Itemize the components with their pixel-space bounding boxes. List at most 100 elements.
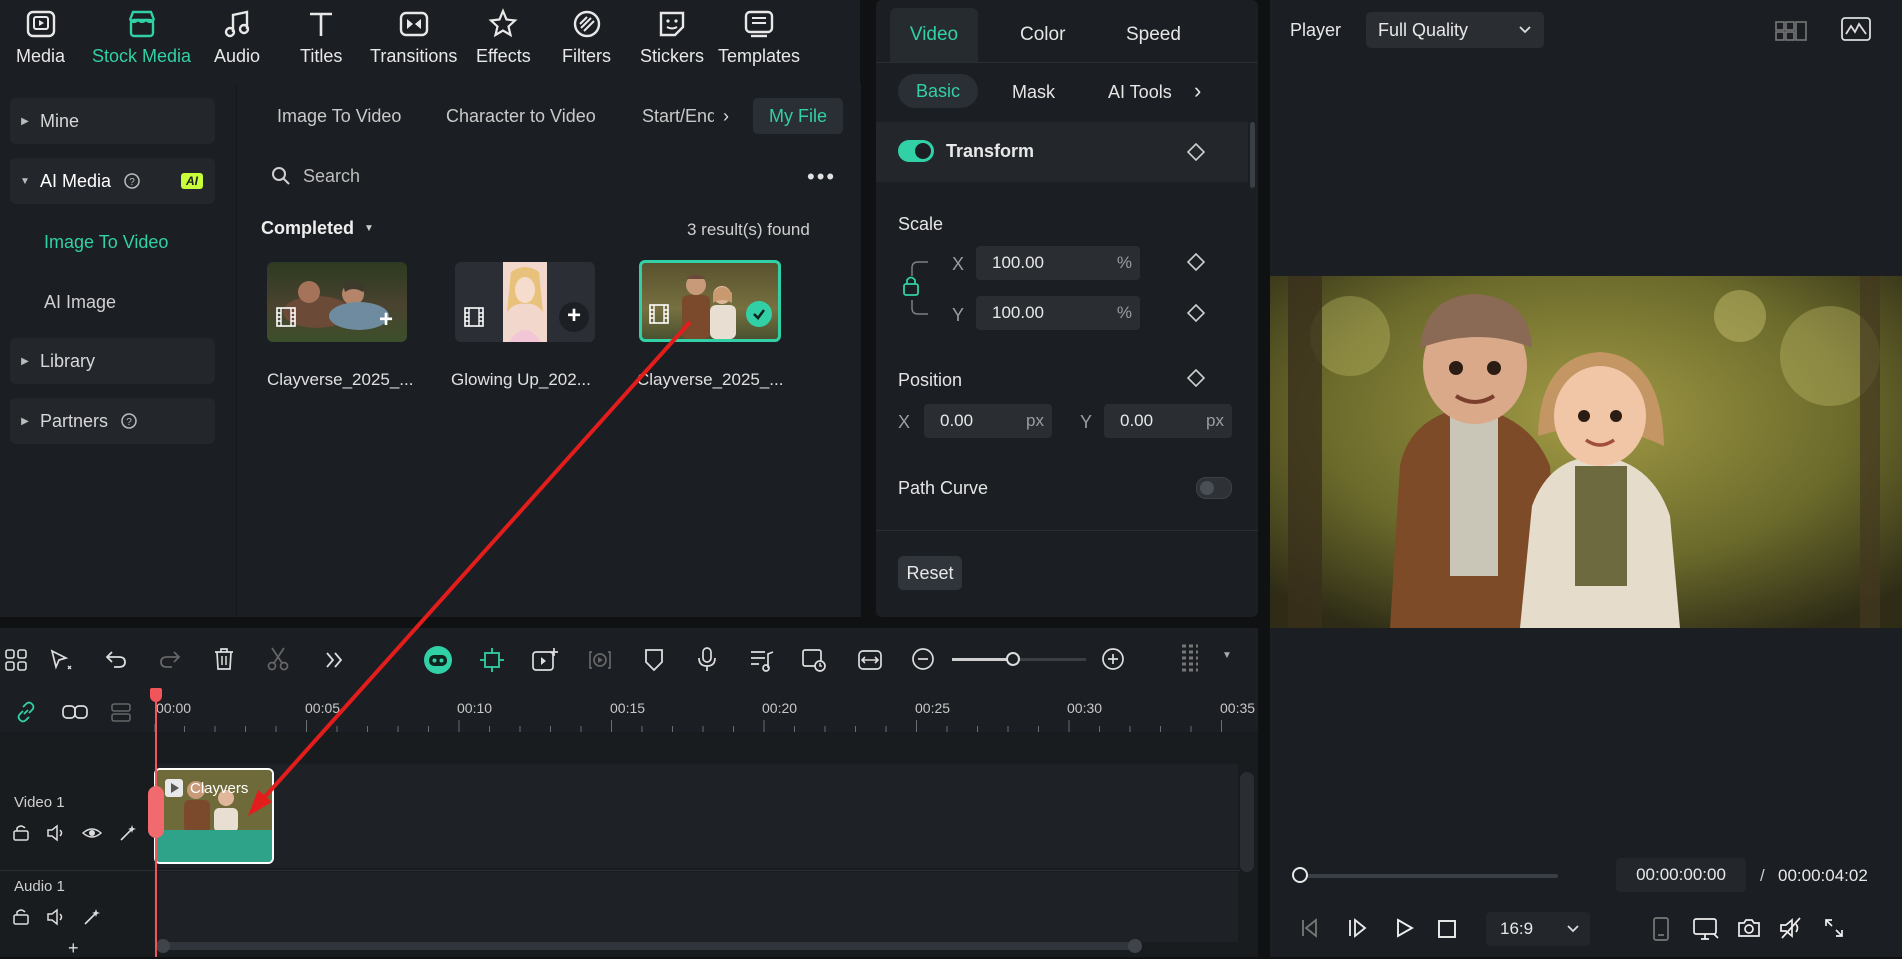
- more-tools-chevron-icon[interactable]: [322, 648, 346, 672]
- scrollbar-handle-right[interactable]: [1128, 939, 1142, 953]
- path-curve-toggle[interactable]: [1196, 477, 1232, 499]
- current-time[interactable]: 00:00:00:00: [1616, 858, 1746, 892]
- help-icon[interactable]: ?: [123, 172, 141, 190]
- chevron-right-icon[interactable]: ›: [723, 106, 729, 127]
- scale-y-field[interactable]: 100.00 %: [976, 296, 1140, 330]
- add-to-timeline-icon[interactable]: +: [559, 302, 589, 332]
- subtab-mask[interactable]: Mask: [1012, 82, 1055, 103]
- select-cursor-icon[interactable]: [48, 648, 74, 672]
- keyframe-diamond-icon[interactable]: [1186, 303, 1206, 323]
- zoom-slider-handle[interactable]: [1006, 652, 1020, 666]
- subtab-ai-tools[interactable]: AI Tools: [1108, 82, 1172, 103]
- tab-speed[interactable]: Speed: [1126, 24, 1181, 46]
- undo-icon[interactable]: [104, 648, 128, 670]
- sidebar-item-image-to-video[interactable]: Image To Video: [44, 232, 168, 253]
- layout-grid-icon[interactable]: [4, 648, 28, 672]
- tab-color[interactable]: Color: [1020, 24, 1065, 46]
- add-to-timeline-icon[interactable]: +: [379, 306, 393, 334]
- auto-snap-icon[interactable]: [478, 646, 506, 674]
- search-input[interactable]: Search: [271, 158, 831, 194]
- dropdown-arrow-icon[interactable]: ▼: [1222, 650, 1232, 661]
- track-lock-icon[interactable]: [12, 908, 30, 926]
- lock-aspect-icon[interactable]: [898, 256, 932, 320]
- quality-dropdown[interactable]: Full Quality: [1366, 12, 1544, 48]
- scrollbar-handle-left[interactable]: [156, 939, 170, 953]
- phone-preview-icon[interactable]: [1650, 916, 1672, 942]
- waveform-image-icon[interactable]: [1840, 16, 1872, 44]
- subtab-basic[interactable]: Basic: [898, 74, 978, 108]
- timeline-horizontal-scrollbar[interactable]: [156, 942, 1140, 950]
- track-ai-enhance-icon[interactable]: [118, 824, 138, 842]
- scissors-split-icon[interactable]: [266, 646, 290, 672]
- reset-button[interactable]: Reset: [898, 556, 962, 590]
- position-x-field[interactable]: 0.00 px: [924, 404, 1052, 438]
- position-y-field[interactable]: 0.00 px: [1104, 404, 1232, 438]
- audio-mix-icon[interactable]: [748, 646, 776, 674]
- group-link-icon[interactable]: [60, 700, 90, 724]
- microphone-icon[interactable]: [696, 646, 718, 674]
- keyframe-diamond-icon[interactable]: [1186, 142, 1206, 162]
- tab-character-to-video[interactable]: Character to Video: [446, 106, 596, 127]
- keyframe-diamond-icon[interactable]: [1186, 368, 1206, 388]
- toolbar-templates[interactable]: Templates: [718, 8, 800, 67]
- fit-timeline-icon[interactable]: [856, 646, 884, 674]
- mute-speaker-icon[interactable]: [1778, 916, 1804, 940]
- media-thumbnail-3-selected[interactable]: [639, 260, 781, 342]
- zoom-in-icon[interactable]: [1100, 646, 1126, 672]
- toolbar-stock-media[interactable]: Stock Media: [92, 8, 191, 67]
- video-clip[interactable]: Clayvers: [154, 768, 274, 864]
- toolbar-audio[interactable]: Audio: [214, 8, 260, 67]
- play-icon[interactable]: [1392, 916, 1416, 940]
- media-thumbnail-1[interactable]: +: [267, 262, 407, 342]
- tab-my-file[interactable]: My File: [753, 98, 843, 134]
- next-frame-icon[interactable]: [1346, 916, 1370, 940]
- more-options-icon[interactable]: •••: [807, 164, 836, 190]
- playback-scrubber[interactable]: [1298, 874, 1558, 878]
- scale-x-field[interactable]: 100.00 %: [976, 246, 1140, 280]
- zoom-out-icon[interactable]: [910, 646, 936, 672]
- playhead-handle[interactable]: [150, 688, 162, 702]
- redo-icon[interactable]: [158, 648, 182, 670]
- track-visibility-eye-icon[interactable]: [82, 824, 102, 842]
- aspect-ratio-dropdown[interactable]: 16:9: [1486, 912, 1590, 946]
- media-thumbnail-2[interactable]: +: [455, 262, 595, 342]
- display-monitor-icon[interactable]: [1692, 916, 1720, 942]
- split-track-icon[interactable]: [108, 700, 134, 724]
- toolbar-transitions[interactable]: Transitions: [370, 8, 457, 67]
- transform-toggle[interactable]: [898, 140, 934, 162]
- toolbar-media[interactable]: Media: [16, 8, 65, 67]
- stop-icon[interactable]: [1436, 918, 1458, 940]
- track-ai-enhance-icon[interactable]: [82, 908, 102, 926]
- panel-scrollbar[interactable]: [1250, 122, 1255, 188]
- toolbar-titles[interactable]: Titles: [300, 8, 342, 67]
- sidebar-item-ai-media[interactable]: ▼ AI Media ? AI: [10, 158, 215, 204]
- layout-grid-icon[interactable]: [1774, 18, 1808, 44]
- track-height-icon[interactable]: [1178, 642, 1202, 676]
- toolbar-effects[interactable]: Effects: [476, 8, 531, 67]
- track-lock-icon[interactable]: [12, 824, 30, 842]
- keyframe-diamond-icon[interactable]: [1186, 252, 1206, 272]
- sidebar-item-partners[interactable]: ▶ Partners ?: [10, 398, 215, 444]
- tab-video[interactable]: Video: [890, 8, 978, 62]
- chevron-right-icon[interactable]: ›: [1194, 78, 1201, 104]
- filter-dropdown[interactable]: Completed ▼: [261, 218, 374, 239]
- add-track-button[interactable]: +: [68, 938, 79, 959]
- previous-frame-icon[interactable]: [1298, 916, 1322, 940]
- render-preview-icon[interactable]: [586, 646, 614, 674]
- timeline-vertical-scrollbar[interactable]: [1240, 772, 1254, 872]
- link-chain-icon[interactable]: [14, 700, 38, 724]
- marker-shield-icon[interactable]: [642, 646, 666, 674]
- toolbar-filters[interactable]: Filters: [562, 8, 611, 67]
- clip-speed-icon[interactable]: [800, 646, 828, 674]
- sidebar-item-ai-image[interactable]: AI Image: [44, 292, 116, 313]
- tab-start-end[interactable]: Start/End I: [642, 106, 714, 127]
- track-volume-icon[interactable]: [46, 908, 66, 926]
- sidebar-item-library[interactable]: ▶ Library: [10, 338, 215, 384]
- snapshot-camera-icon[interactable]: [1736, 916, 1762, 940]
- sidebar-item-mine[interactable]: ▶ Mine: [10, 98, 215, 144]
- scrubber-handle[interactable]: [1292, 867, 1308, 883]
- delete-trash-icon[interactable]: [212, 646, 236, 672]
- ai-copilot-robot-icon[interactable]: [422, 644, 454, 676]
- ai-video-add-icon[interactable]: [530, 646, 560, 674]
- toolbar-stickers[interactable]: Stickers: [640, 8, 704, 67]
